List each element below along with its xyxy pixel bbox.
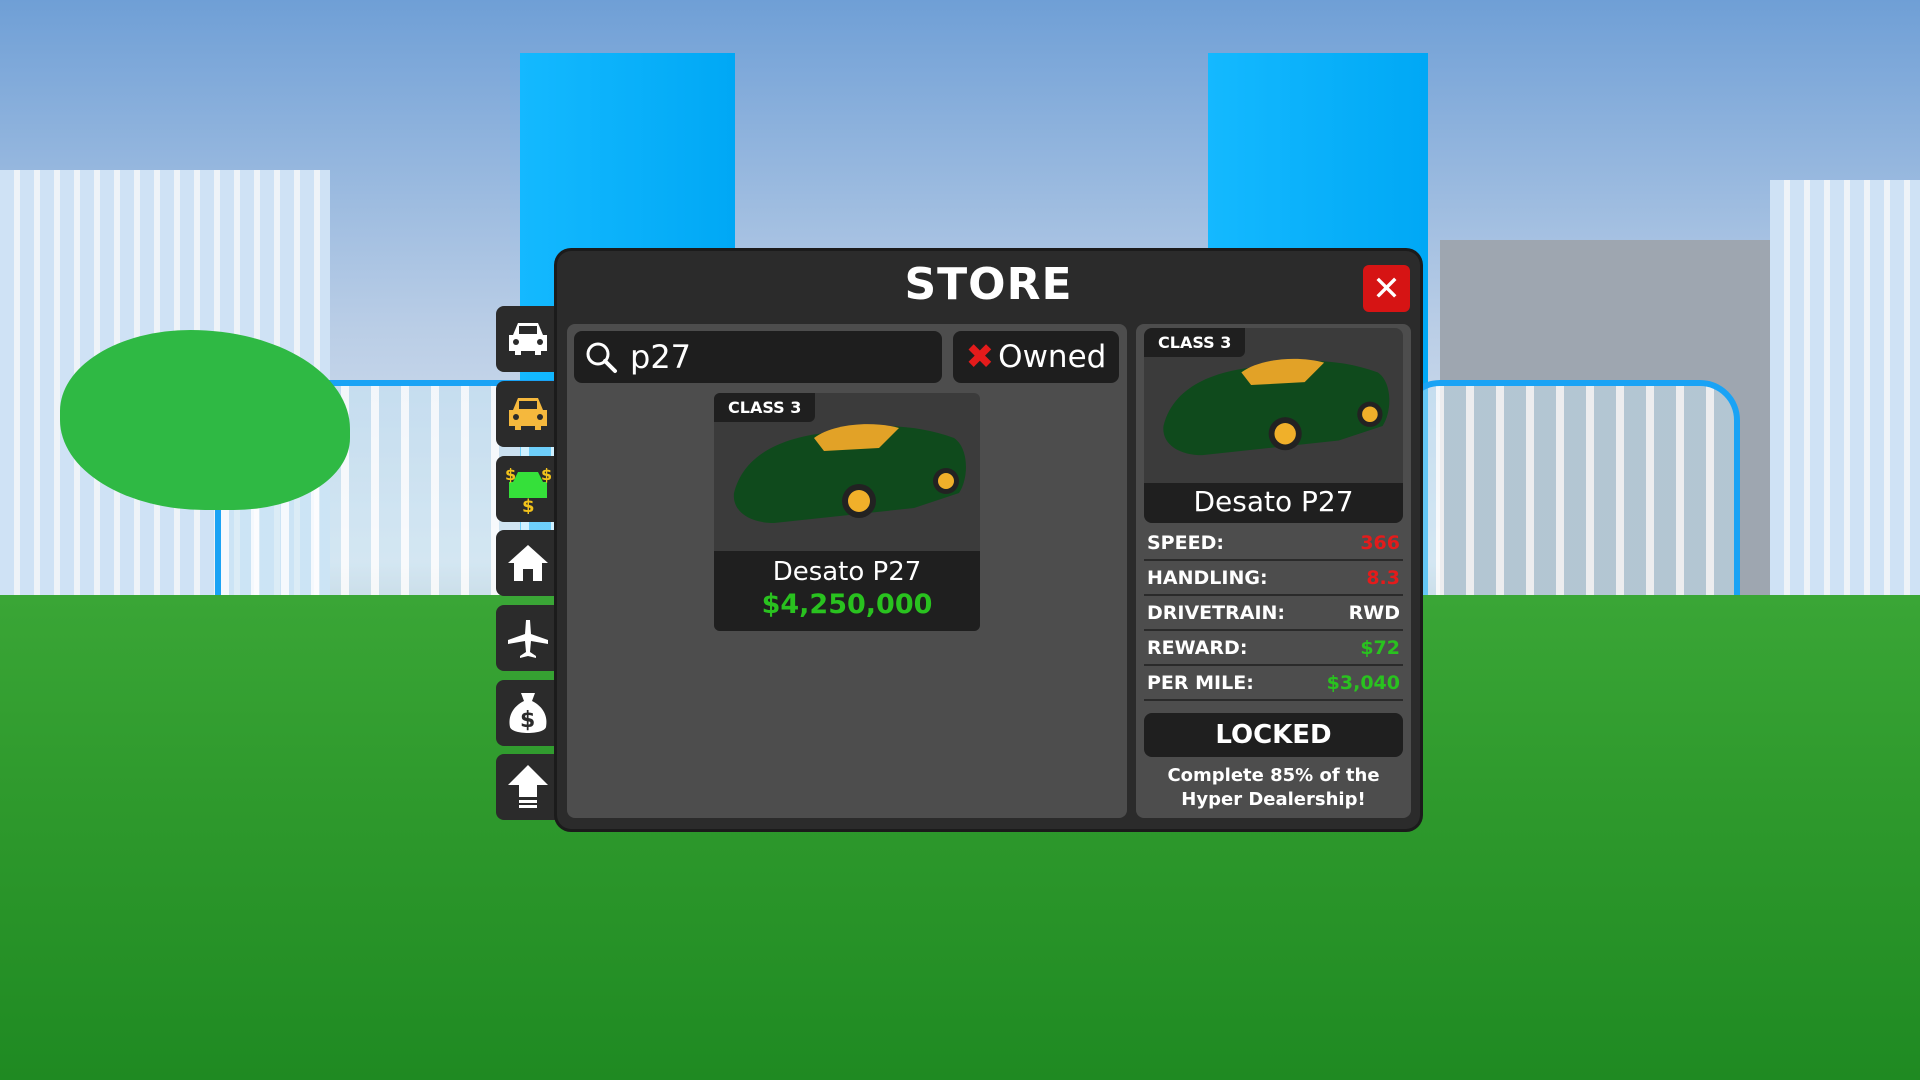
owned-label: Owned [998,339,1107,375]
stat-value: $72 [1360,636,1400,659]
svg-text:$: $ [505,465,516,484]
sidebar-tab-cars[interactable] [496,306,560,372]
stat-label: DRIVETRAIN: [1147,601,1286,624]
svg-text:$: $ [520,708,535,733]
dealership [1400,380,1740,620]
requirement-line: Complete 85% of the [1167,765,1380,786]
stat-handling: HANDLING: 8.3 [1144,561,1403,596]
stat-value: $3,040 [1326,671,1400,694]
car-icon [509,323,547,355]
x-icon: ✖ [965,337,995,377]
locked-button[interactable]: LOCKED [1144,713,1403,757]
home-icon [508,545,548,581]
stat-value: 8.3 [1366,566,1400,589]
car-dollar-icon: $ $ $ [505,465,552,514]
plane-icon [508,620,548,658]
sidebar-tab-houses[interactable] [496,530,560,596]
car-card[interactable]: CLASS 3 Desato P27 $4,250,000 [714,393,980,631]
unlock-requirement: Complete 85% of the Hyper Dealership! [1144,764,1403,812]
stat-speed: SPEED: 366 [1144,526,1403,561]
stat-drivetrain: DRIVETRAIN: RWD [1144,596,1403,631]
stat-reward: REWARD: $72 [1144,631,1403,666]
sidebar-tab-money[interactable]: $ [496,680,560,746]
stat-label: REWARD: [1147,636,1248,659]
svg-text:$: $ [522,496,535,514]
car-class-badge: CLASS 3 [714,393,816,422]
car-price: $4,250,000 [761,589,933,620]
sidebar-tab-upgrades[interactable] [496,754,560,820]
close-button[interactable]: ✕ [1363,265,1410,312]
sidebar-tab-money-cars[interactable]: $ $ $ [496,456,560,522]
stat-value: 366 [1360,531,1400,554]
sidebar-tab-planes[interactable] [496,605,560,671]
upgrade-arrow-icon [508,765,548,808]
results-area: ✖ Owned CLASS 3 Desato P27 $4,250,000 [567,324,1127,818]
stat-value: RWD [1348,601,1400,624]
store-window: STORE ✕ ✖ Owned CLASS 3 Desato P27 $4,25… [557,251,1420,829]
detail-panel: CLASS 3 Desato P27 SPEED: 366 HANDLING: 8.… [1136,324,1411,818]
detail-car-card: CLASS 3 Desato P27 [1144,328,1403,523]
store-title: STORE [904,259,1073,310]
search-input[interactable] [630,338,930,376]
money-bag-icon: $ [509,693,547,733]
owned-filter-toggle[interactable]: ✖ Owned [953,331,1119,383]
stat-label: HANDLING: [1147,566,1268,589]
svg-text:$: $ [541,465,552,484]
stat-label: PER MILE: [1147,671,1254,694]
building [1770,180,1920,600]
stat-label: SPEED: [1147,531,1224,554]
stats-list: SPEED: 366 HANDLING: 8.3 DRIVETRAIN: RWD RE… [1144,526,1403,701]
search-box[interactable] [574,331,942,383]
requirement-line: Hyper Dealership! [1181,789,1366,810]
sidebar-tab-taxis[interactable] [496,381,560,447]
car-icon-yellow [509,398,547,430]
search-icon [586,342,617,373]
detail-car-name: Desato P27 [1193,485,1354,518]
detail-class-badge: CLASS 3 [1144,328,1246,357]
car-name: Desato P27 [772,557,922,587]
stat-per-mile: PER MILE: $3,040 [1144,666,1403,701]
close-icon: ✕ [1372,268,1401,309]
